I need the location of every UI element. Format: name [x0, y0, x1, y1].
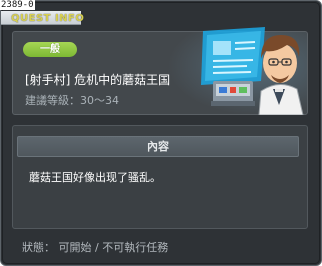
lab-machine-icon — [211, 81, 255, 106]
window-title: QUEST INFO — [11, 13, 85, 24]
holographic-screen-icon — [201, 27, 265, 85]
quest-category-badge: 一般 — [23, 42, 77, 57]
quest-info-window: QUEST INFO 一般 [射手村] 危机中的蘑菇王国 建議等級：30～34 — [0, 0, 322, 266]
quest-status: 狀態： 可開始 / 不可執行任務 — [22, 241, 169, 254]
quest-recommended-level: 建議等級：30～34 — [25, 94, 119, 107]
quest-description: 蘑菇王国好像出现了骚乱。 — [29, 171, 161, 184]
quest-title: [射手村] 危机中的蘑菇王国 — [25, 73, 171, 87]
content-section-header: 內容 — [17, 136, 299, 157]
quest-id-label: 2389-0 — [0, 0, 35, 10]
npc-scientist-portrait — [258, 35, 304, 115]
npc-scientist-illustration — [201, 27, 304, 115]
